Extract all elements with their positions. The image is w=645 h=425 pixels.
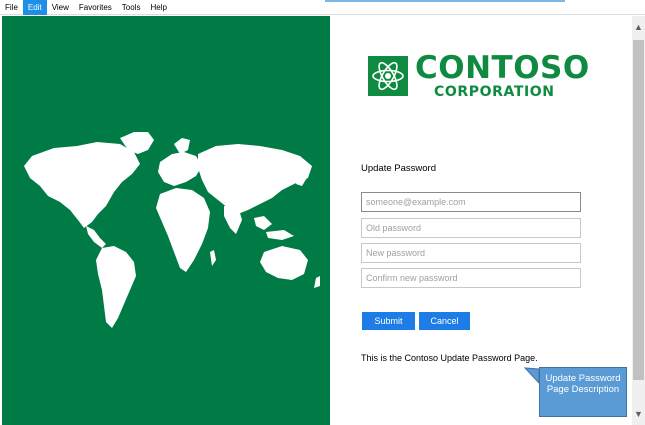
old-password-field[interactable] bbox=[361, 218, 581, 238]
menu-help[interactable]: Help bbox=[145, 0, 171, 15]
submit-button[interactable]: Submit bbox=[362, 312, 415, 330]
form-title: Update Password bbox=[361, 163, 436, 174]
brand-name: CONTOSO bbox=[415, 50, 590, 86]
scroll-thumb[interactable] bbox=[633, 40, 644, 380]
menu-view[interactable]: View bbox=[47, 0, 74, 15]
vertical-scrollbar[interactable]: ▲ ▼ bbox=[632, 16, 645, 425]
menu-tools[interactable]: Tools bbox=[117, 0, 146, 15]
brand-subtitle: CORPORATION bbox=[434, 84, 555, 100]
login-content: CONTOSO CORPORATION Update Password Subm… bbox=[330, 16, 632, 425]
confirm-password-field[interactable] bbox=[361, 268, 581, 288]
menu-bar: File Edit View Favorites Tools Help bbox=[0, 0, 645, 15]
hero-panel bbox=[2, 16, 330, 425]
world-map-image bbox=[24, 132, 320, 328]
menu-file[interactable]: File bbox=[0, 0, 23, 15]
annotation-callout: Update Password Page Description bbox=[539, 367, 627, 417]
email-field[interactable] bbox=[361, 192, 581, 212]
chevron-down-icon[interactable]: ▼ bbox=[632, 409, 645, 419]
title-accent-strip bbox=[325, 0, 565, 2]
chevron-up-icon[interactable]: ▲ bbox=[632, 22, 645, 32]
atom-icon bbox=[368, 56, 408, 96]
page-description: This is the Contoso Update Password Page… bbox=[361, 353, 538, 363]
menu-edit[interactable]: Edit bbox=[22, 0, 47, 15]
contoso-logo: CONTOSO CORPORATION bbox=[368, 50, 589, 100]
new-password-field[interactable] bbox=[361, 243, 581, 263]
menu-favorites[interactable]: Favorites bbox=[74, 0, 117, 15]
cancel-button[interactable]: Cancel bbox=[419, 312, 470, 330]
